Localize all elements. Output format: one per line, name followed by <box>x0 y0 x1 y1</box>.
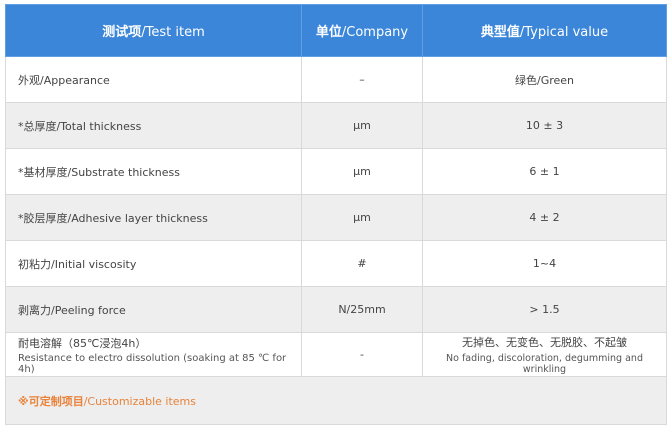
row-item: 外观/Appearance <box>5 56 302 103</box>
row-value: 绿色/Green <box>422 56 667 103</box>
row-unit: – <box>301 56 423 103</box>
customizable-note: ※可定制项目/Customizable items <box>5 376 667 425</box>
table-row: 剥离力/Peeling force N/25mm > 1.5 <box>5 286 667 333</box>
header-value-en: /Typical value <box>519 25 609 40</box>
header-unit-cn: 单位 <box>315 25 342 40</box>
row-unit: - <box>301 332 423 377</box>
spec-table: 测试项/Test item 单位/Company 典型值/Typical val… <box>5 4 667 425</box>
table-row: *胶层厚度/Adhesive layer thickness µm 4 ± 2 <box>5 194 667 241</box>
row-unit: µm <box>301 148 423 195</box>
row-item-en: Resistance to electro dissolution (soaki… <box>18 352 287 375</box>
row-item: *基材厚度/Substrate thickness <box>5 148 302 195</box>
row-unit: µm <box>301 194 423 241</box>
row-value: 6 ± 1 <box>422 148 667 195</box>
row-value-cn: 无掉色、无变色、无脱胶、不起皱 <box>462 336 627 349</box>
table-row: 初粘力/Initial viscosity # 1~4 <box>5 240 667 287</box>
row-item: 初粘力/Initial viscosity <box>5 240 302 287</box>
table-row: 耐电溶解（85℃浸泡4h） Resistance to electro diss… <box>5 332 667 377</box>
row-item-cn: 耐电溶解（85℃浸泡4h） <box>18 336 147 350</box>
header-row: 测试项/Test item 单位/Company 典型值/Typical val… <box>5 4 667 57</box>
customizable-note-cn: ※可定制项目 <box>18 394 84 408</box>
header-value-cn: 典型值 <box>480 25 520 40</box>
spec-table-container: 测试项/Test item 单位/Company 典型值/Typical val… <box>5 4 667 425</box>
header-test-item-en: /Test item <box>141 25 205 40</box>
row-value: > 1.5 <box>422 286 667 333</box>
header-test-item-cn: 测试项 <box>102 25 142 40</box>
row-item: 剥离力/Peeling force <box>5 286 302 333</box>
row-value: 10 ± 3 <box>422 102 667 149</box>
row-unit: µm <box>301 102 423 149</box>
header-typical-value: 典型值/Typical value <box>422 4 667 57</box>
customizable-note-en: /Customizable items <box>83 394 197 408</box>
table-row: *总厚度/Total thickness µm 10 ± 3 <box>5 102 667 149</box>
header-unit: 单位/Company <box>301 4 423 57</box>
table-row: *基材厚度/Substrate thickness µm 6 ± 1 <box>5 148 667 195</box>
table-row: 外观/Appearance – 绿色/Green <box>5 56 667 103</box>
row-unit: # <box>301 240 423 287</box>
row-value: 4 ± 2 <box>422 194 667 241</box>
row-value: 1~4 <box>422 240 667 287</box>
row-value-en: No fading, discoloration, degumming and … <box>446 353 643 375</box>
header-test-item: 测试项/Test item <box>5 4 302 57</box>
row-value: 无掉色、无变色、无脱胶、不起皱 No fading, discoloration… <box>422 332 667 377</box>
row-unit: N/25mm <box>301 286 423 333</box>
footer-row: ※可定制项目/Customizable items <box>5 376 667 425</box>
row-item: *总厚度/Total thickness <box>5 102 302 149</box>
row-item: *胶层厚度/Adhesive layer thickness <box>5 194 302 241</box>
row-item: 耐电溶解（85℃浸泡4h） Resistance to electro diss… <box>5 332 302 377</box>
header-unit-en: /Company <box>341 25 409 40</box>
